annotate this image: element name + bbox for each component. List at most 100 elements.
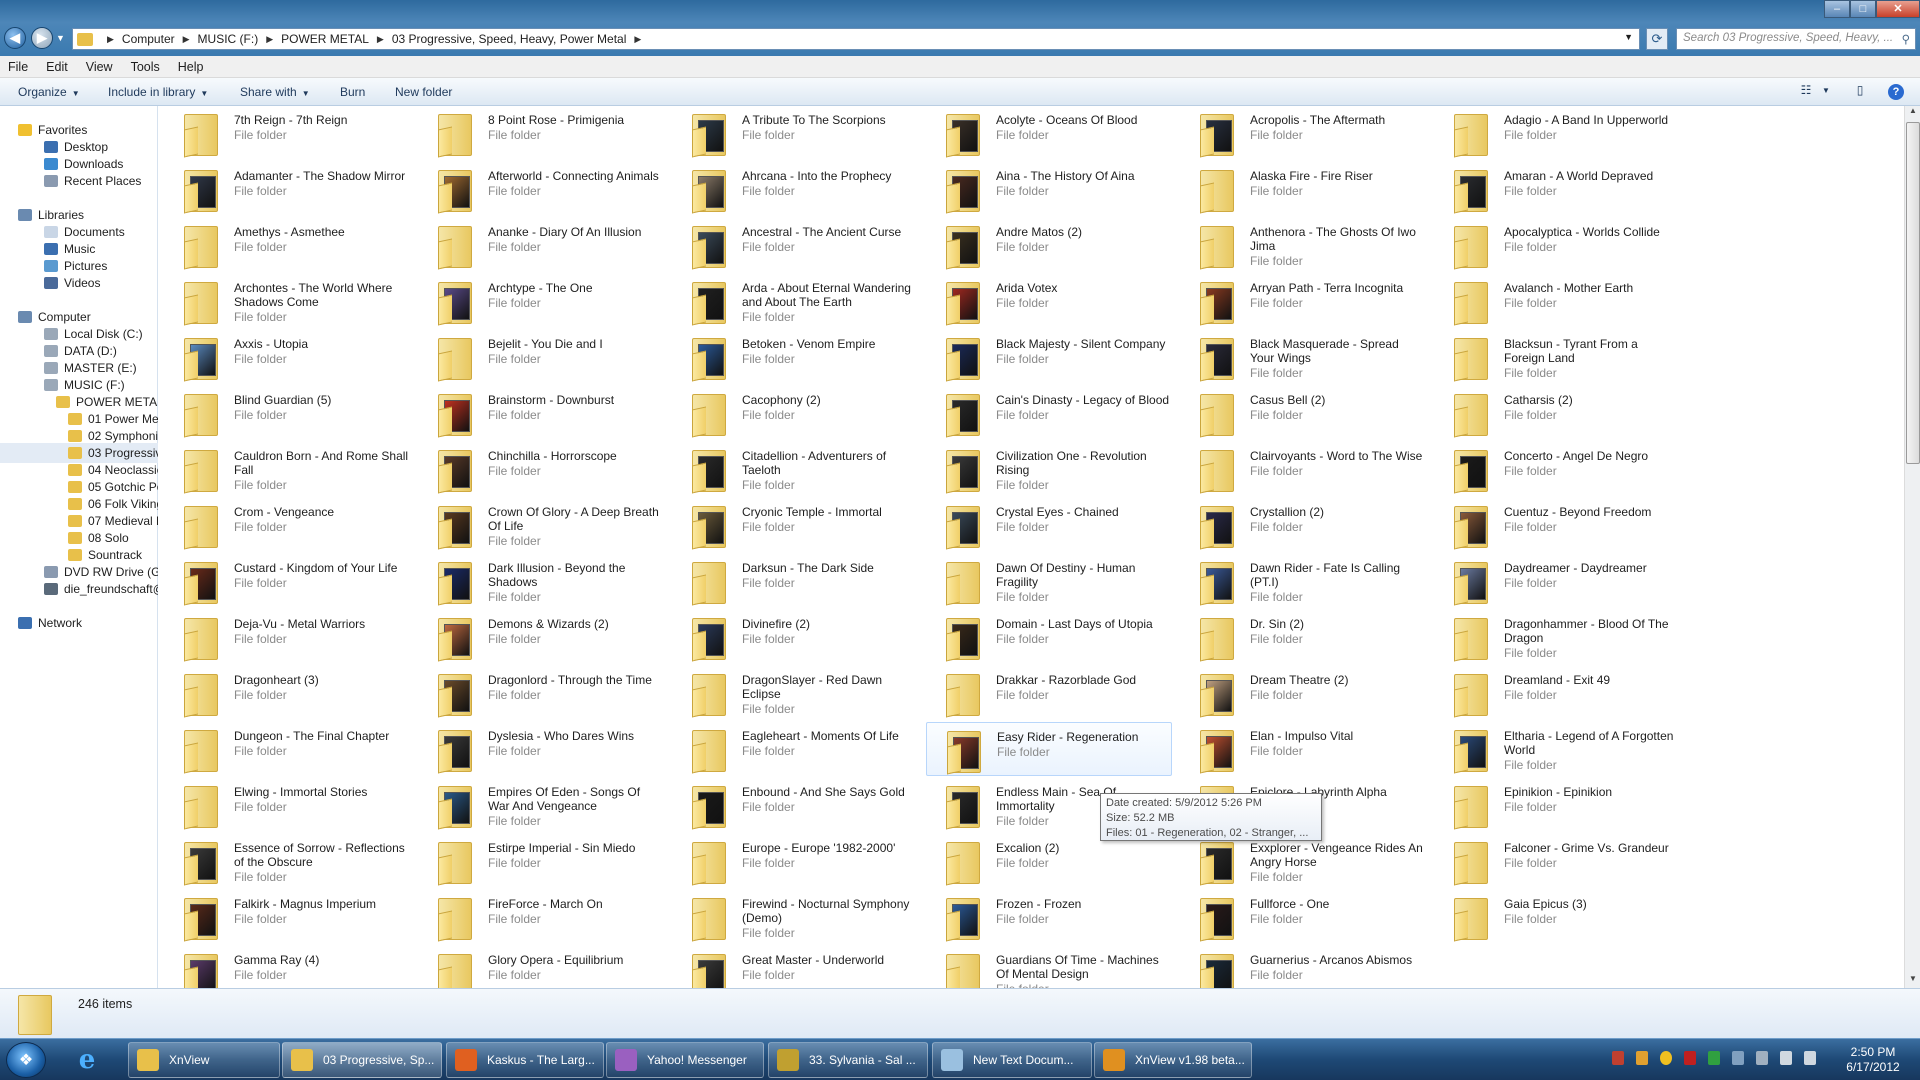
menu-view[interactable]: View — [86, 60, 113, 74]
folder-item[interactable]: Aina - The History Of Aina File folder — [926, 162, 1172, 216]
taskbar-button-33-sylvania-sal[interactable]: 33. Sylvania - Sal ... — [768, 1042, 928, 1078]
folder-item[interactable]: Alaska Fire - Fire Riser File folder — [1180, 162, 1426, 216]
breadcrumb-current-folder[interactable]: 03 Progressive, Speed, Heavy, Power Meta… — [392, 32, 627, 46]
folder-item[interactable]: Dungeon - The Final Chapter File folder — [164, 722, 410, 776]
back-button[interactable]: ◀ — [4, 27, 26, 49]
folder-item[interactable]: Gaia Epicus (3) File folder — [1434, 890, 1680, 944]
folder-item[interactable]: Elwing - Immortal Stories File folder — [164, 778, 410, 832]
folder-item[interactable]: Crystal Eyes - Chained File folder — [926, 498, 1172, 552]
new-folder-button[interactable]: New folder — [395, 85, 452, 99]
help-icon[interactable]: ? — [1888, 84, 1904, 100]
close-button[interactable]: ✕ — [1876, 0, 1920, 18]
folder-item[interactable]: Black Majesty - Silent Company File folde… — [926, 330, 1172, 384]
folder-item[interactable]: Guarnerius - Arcanos Abismos File folder — [1180, 946, 1426, 988]
folder-item[interactable]: Clairvoyants - Word to The Wise File fold… — [1180, 442, 1426, 496]
folder-item[interactable]: Concerto - Angel De Negro File folder — [1434, 442, 1680, 496]
folder-item[interactable]: Crom - Vengeance File folder — [164, 498, 410, 552]
folder-item[interactable]: Anthenora - The Ghosts Of Iwo Jima File f… — [1180, 218, 1426, 272]
folder-item[interactable]: Adamanter - The Shadow Mirror File folder — [164, 162, 410, 216]
folder-item[interactable]: Dyslesia - Who Dares Wins File folder — [418, 722, 664, 776]
folder-item[interactable]: Amethys - Asmethee File folder — [164, 218, 410, 272]
folder-item[interactable]: Blind Guardian (5) File folder — [164, 386, 410, 440]
tray-app-icon[interactable] — [1756, 1051, 1768, 1065]
folder-item[interactable]: Dawn Of Destiny - Human Fragility File fo… — [926, 554, 1172, 608]
chevron-right-icon[interactable]: ▶ — [377, 34, 384, 45]
folder-item[interactable]: DragonSlayer - Red Dawn Eclipse File fold… — [672, 666, 918, 720]
folder-item[interactable]: Deja-Vu - Metal Warriors File folder — [164, 610, 410, 664]
start-button[interactable]: ❖ — [6, 1042, 46, 1078]
folder-item[interactable]: Archontes - The World Where Shadows Come… — [164, 274, 410, 328]
folder-item[interactable]: Darksun - The Dark Side File folder — [672, 554, 918, 608]
folder-item[interactable]: Cuentuz - Beyond Freedom File folder — [1434, 498, 1680, 552]
folder-item[interactable]: Citadellion - Adventurers of Taeloth File… — [672, 442, 918, 496]
folder-item[interactable]: Drakkar - Razorblade God File folder — [926, 666, 1172, 720]
folder-item[interactable]: Crystallion (2) File folder — [1180, 498, 1426, 552]
antivirus-tray-icon[interactable] — [1612, 1051, 1624, 1065]
taskbar-button-new-text-docum[interactable]: New Text Docum... — [932, 1042, 1092, 1078]
breadcrumb-computer[interactable]: Computer — [122, 32, 175, 46]
maximize-button[interactable]: □ — [1850, 0, 1876, 18]
chevron-right-icon[interactable]: ▶ — [183, 34, 190, 45]
minimize-button[interactable]: – — [1824, 0, 1850, 18]
folder-item[interactable]: Apocalyptica - Worlds Collide File folder — [1434, 218, 1680, 272]
folder-item[interactable]: Crown Of Glory - A Deep Breath Of Life Fi… — [418, 498, 664, 552]
scroll-down-icon[interactable]: ▼ — [1905, 974, 1920, 988]
chevron-right-icon[interactable]: ▶ — [266, 34, 273, 45]
scroll-up-icon[interactable]: ▲ — [1905, 106, 1920, 120]
menu-edit[interactable]: Edit — [46, 60, 68, 74]
folder-item[interactable]: Cauldron Born - And Rome Shall Fall File … — [164, 442, 410, 496]
folder-item[interactable]: Cacophony (2) File folder — [672, 386, 918, 440]
organize-button[interactable]: Organize ▼ — [18, 85, 80, 99]
folder-item[interactable]: Afterworld - Connecting Animals File fold… — [418, 162, 664, 216]
clock[interactable]: 2:50 PM 6/17/2012 — [1834, 1045, 1912, 1075]
menu-help[interactable]: Help — [178, 60, 204, 74]
folder-item[interactable]: Dragonlord - Through the Time File folder — [418, 666, 664, 720]
search-icon[interactable]: ⚲ — [1902, 32, 1910, 46]
refresh-button[interactable]: ⟳ — [1646, 28, 1668, 50]
folder-item[interactable]: Casus Bell (2) File folder — [1180, 386, 1426, 440]
chevron-right-icon[interactable]: ▶ — [634, 34, 641, 45]
search-input[interactable]: Search 03 Progressive, Speed, Heavy, ...… — [1676, 28, 1916, 50]
folder-item[interactable]: Avalanch - Mother Earth File folder — [1434, 274, 1680, 328]
share-with-button[interactable]: Share with ▼ — [240, 85, 310, 99]
folder-item[interactable]: A Tribute To The Scorpions File folder — [672, 106, 918, 160]
chevron-right-icon[interactable]: ▶ — [107, 34, 114, 45]
address-bar[interactable]: ▶ Computer ▶ MUSIC (F:) ▶ POWER METAL ▶ 03 … — [72, 28, 1640, 50]
folder-item[interactable]: Acolyte - Oceans Of Blood File folder — [926, 106, 1172, 160]
breadcrumb-power-metal[interactable]: POWER METAL — [281, 32, 369, 46]
folder-item[interactable]: Civilization One - Revolution Rising File… — [926, 442, 1172, 496]
folder-item[interactable]: Frozen - Frozen File folder — [926, 890, 1172, 944]
folder-item[interactable]: Dragonheart (3) File folder — [164, 666, 410, 720]
folder-item[interactable]: Guardians Of Time - Machines Of Mental D… — [926, 946, 1172, 988]
folder-item[interactable]: Andre Matos (2) File folder — [926, 218, 1172, 272]
folder-item[interactable]: Exxplorer - Vengeance Rides An Angry Hor… — [1180, 834, 1426, 888]
taskbar-button-xnview-v1-98-beta[interactable]: XnView v1.98 beta... — [1094, 1042, 1252, 1078]
folder-item[interactable]: Great Master - Underworld File folder — [672, 946, 918, 988]
folder-item[interactable]: Demons & Wizards (2) File folder — [418, 610, 664, 664]
folder-item[interactable]: Excalion (2) File folder — [926, 834, 1172, 888]
nav-item-network[interactable]: Network — [0, 613, 158, 633]
folder-item[interactable]: Bejelit - You Die and I File folder — [418, 330, 664, 384]
taskbar-button-kaskus-the-larg[interactable]: Kaskus - The Larg... — [446, 1042, 604, 1078]
folder-item[interactable]: Brainstorm - Downburst File folder — [418, 386, 664, 440]
folder-item[interactable]: Dreamland - Exit 49 File folder — [1434, 666, 1680, 720]
folder-item[interactable]: Acropolis - The Aftermath File folder — [1180, 106, 1426, 160]
folder-item[interactable]: Custard - Kingdom of Your Life File folde… — [164, 554, 410, 608]
folder-item[interactable]: FireForce - March On File folder — [418, 890, 664, 944]
tray-app-icon[interactable] — [1636, 1051, 1648, 1065]
folder-item[interactable]: Epinikion - Epinikion File folder — [1434, 778, 1680, 832]
tray-app-icon[interactable] — [1684, 1051, 1696, 1065]
folder-item[interactable]: Arda - About Eternal Wandering and About… — [672, 274, 918, 328]
folder-item[interactable]: Archtype - The One File folder — [418, 274, 664, 328]
folder-item[interactable]: Amaran - A World Depraved File folder — [1434, 162, 1680, 216]
recent-pages-dropdown-icon[interactable]: ▼ — [56, 33, 65, 43]
folder-item[interactable]: Dragonhammer - Blood Of The Dragon File f… — [1434, 610, 1680, 664]
folder-item[interactable]: Dream Theatre (2) File folder — [1180, 666, 1426, 720]
folder-item[interactable]: Firewind - Nocturnal Symphony (Demo) File… — [672, 890, 918, 944]
change-view-icon[interactable]: ☷ — [1796, 83, 1816, 101]
address-history-dropdown-icon[interactable]: ▼ — [1624, 32, 1633, 42]
messenger-tray-icon[interactable] — [1660, 1051, 1672, 1065]
folder-item[interactable]: Cain's Dinasty - Legacy of Blood File fol… — [926, 386, 1172, 440]
folder-item[interactable]: Arryan Path - Terra Incognita File folder — [1180, 274, 1426, 328]
view-options-dropdown-icon[interactable]: ▼ — [1816, 86, 1836, 104]
